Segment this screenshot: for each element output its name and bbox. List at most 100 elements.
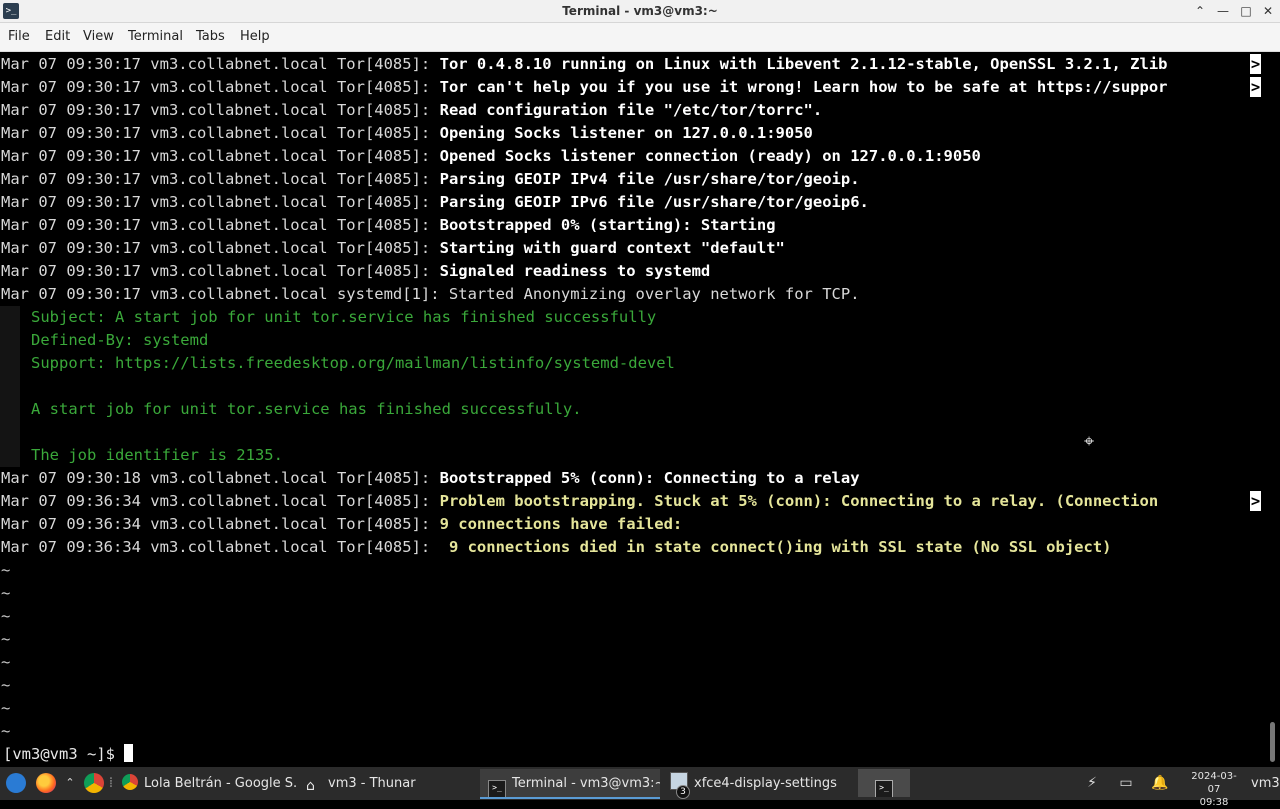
log-prefix: Mar 07 09:30:17 vm3.collabnet.local Tor[… xyxy=(1,101,440,119)
log-line: Mar 07 09:30:17 vm3.collabnet.local Tor[… xyxy=(1,214,1263,237)
menu-tabs[interactable]: Tabs xyxy=(196,23,225,51)
log-message: Tor 0.4.8.10 running on Linux with Libev… xyxy=(439,55,1168,73)
window-count-badge: 3 xyxy=(676,785,690,799)
log-prefix: Mar 07 09:30:17 vm3.collabnet.local Tor[… xyxy=(1,55,440,73)
log-message: Signaled readiness to systemd xyxy=(439,262,711,280)
ibeam-cursor-icon: ⌖ xyxy=(1084,431,1095,452)
shell-prompt[interactable]: [vm3@vm3 ~]$ xyxy=(3,743,134,766)
empty-line-tilde: ~ xyxy=(1,676,11,694)
log-message: Tor can't help you if you use it wrong! … xyxy=(439,78,1168,96)
scrollbar-thumb[interactable] xyxy=(1270,722,1275,762)
task-label: xfce4-display-settings xyxy=(694,776,837,791)
log-message: Bootstrapped 5% (conn): Connecting to a … xyxy=(439,469,860,487)
log-prefix: Mar 07 09:30:17 vm3.collabnet.local Tor[… xyxy=(1,216,440,234)
task-label: Terminal - vm3@vm3:~ xyxy=(512,776,660,791)
maximize-up-icon[interactable]: ⌃ xyxy=(1191,2,1209,20)
catalog-line xyxy=(0,375,1262,398)
user-menu[interactable]: vm3 xyxy=(1251,767,1280,800)
log-line: Mar 07 09:30:17 vm3.collabnet.local Tor[… xyxy=(1,122,1263,145)
log-message: Read configuration file "/etc/tor/torrc"… xyxy=(439,101,823,119)
log-line: Mar 07 09:30:17 vm3.collabnet.local Tor[… xyxy=(1,145,1263,168)
log-message: Opening Socks listener on 127.0.0.1:9050 xyxy=(439,124,813,142)
terminal-scrollbar[interactable] xyxy=(1264,52,1280,766)
log-line: Mar 07 09:30:17 vm3.collabnet.local Tor[… xyxy=(1,168,1263,191)
empty-line-tilde: ~ xyxy=(1,561,11,579)
prompt-text: [vm3@vm3 ~]$ xyxy=(3,745,125,763)
menu-terminal[interactable]: Terminal xyxy=(128,23,183,51)
maximize-icon[interactable]: □ xyxy=(1237,2,1255,20)
log-line: Mar 07 09:30:17 vm3.collabnet.local Tor[… xyxy=(1,53,1263,76)
home-folder-icon: ⌂ xyxy=(306,778,315,794)
log-message: 9 connections have failed: xyxy=(439,515,683,533)
window-titlebar[interactable]: >_ Terminal - vm3@vm3:~ ⌃ — □ ✕ xyxy=(0,0,1280,23)
terminal-icon: >_ xyxy=(875,780,893,797)
log-message: Bootstrapped 0% (starting): Starting xyxy=(439,216,776,234)
empty-line-tilde: ~ xyxy=(1,653,11,671)
workspace-switcher[interactable]: >_ xyxy=(858,769,910,797)
menu-view[interactable]: View xyxy=(83,23,114,51)
log-line: Mar 07 09:30:17 vm3.collabnet.local Tor[… xyxy=(1,237,1263,260)
clock-date: 2024-03-07 xyxy=(1191,771,1237,795)
log-line: Mar 07 09:30:17 vm3.collabnet.local Tor[… xyxy=(1,99,1263,122)
log-line: Mar 07 09:30:17 vm3.collabnet.local Tor[… xyxy=(1,191,1263,214)
terminal-output[interactable]: Mar 07 09:30:17 vm3.collabnet.local Tor[… xyxy=(0,52,1264,766)
battery-icon[interactable]: ▭ xyxy=(1116,774,1136,792)
log-prefix: Mar 07 09:36:34 vm3.collabnet.local Tor[… xyxy=(1,515,440,533)
xfce-menu-icon[interactable] xyxy=(6,773,26,793)
empty-line-tilde: ~ xyxy=(1,607,11,625)
empty-line-tilde: ~ xyxy=(1,722,11,740)
log-prefix: Mar 07 09:30:17 vm3.collabnet.local syst… xyxy=(1,285,860,303)
task-chrome-window[interactable]: Lola Beltrán - Google S... xyxy=(118,769,298,799)
text-cursor xyxy=(124,744,134,762)
log-prefix: Mar 07 09:30:17 vm3.collabnet.local Tor[… xyxy=(1,170,440,188)
truncation-marker: > xyxy=(1250,54,1261,74)
task-label: Lola Beltrán - Google S... xyxy=(144,776,298,791)
log-prefix: Mar 07 09:36:34 vm3.collabnet.local Tor[… xyxy=(1,492,440,510)
log-prefix: Mar 07 09:30:17 vm3.collabnet.local Tor[… xyxy=(1,193,440,211)
catalog-line xyxy=(0,421,1262,444)
truncation-marker: > xyxy=(1250,77,1261,97)
log-line: Mar 07 09:30:17 vm3.collabnet.local Tor[… xyxy=(1,260,1263,283)
firefox-icon[interactable] xyxy=(36,773,56,793)
catalog-line: Subject: A start job for unit tor.servic… xyxy=(0,306,1262,329)
clock[interactable]: 2024-03-07 09:38 xyxy=(1186,770,1242,809)
empty-line-tilde: ~ xyxy=(1,699,11,717)
log-line: Mar 07 09:36:34 vm3.collabnet.local Tor[… xyxy=(1,513,1263,536)
catalog-line: Defined-By: systemd xyxy=(0,329,1262,352)
log-line: Mar 07 09:36:34 vm3.collabnet.local Tor[… xyxy=(1,490,1263,513)
notification-bell-icon[interactable]: 🔔 xyxy=(1150,774,1170,792)
task-thunar-window[interactable]: ⌂ vm3 - Thunar xyxy=(300,769,478,799)
taskbar-separator: ⁞ xyxy=(108,775,114,791)
chrome-icon xyxy=(122,774,138,790)
task-terminal-window[interactable]: >_ Terminal - vm3@vm3:~ xyxy=(480,769,660,799)
log-line: Mar 07 09:30:17 vm3.collabnet.local Tor[… xyxy=(1,76,1263,99)
log-prefix: Mar 07 09:30:17 vm3.collabnet.local Tor[… xyxy=(1,147,440,165)
taskbar: ⌃ ⁞ Lola Beltrán - Google S... ⌂ vm3 - Th… xyxy=(0,767,1280,808)
log-message: Opened Socks listener connection (ready)… xyxy=(439,147,981,165)
log-prefix: Mar 07 09:36:34 vm3.collabnet.local Tor[… xyxy=(1,538,440,556)
power-manager-icon[interactable]: ⚡ xyxy=(1082,774,1102,792)
log-line: Mar 07 09:36:34 vm3.collabnet.local Tor[… xyxy=(1,536,1263,559)
chevron-up-icon[interactable]: ⌃ xyxy=(60,774,80,792)
menu-edit[interactable]: Edit xyxy=(45,23,70,51)
log-prefix: Mar 07 09:30:17 vm3.collabnet.local Tor[… xyxy=(1,262,440,280)
chrome-icon[interactable] xyxy=(84,773,104,793)
log-message: Parsing GEOIP IPv6 file /usr/share/tor/g… xyxy=(439,193,869,211)
close-icon[interactable]: ✕ xyxy=(1259,2,1277,20)
catalog-line: A start job for unit tor.service has fin… xyxy=(0,398,1262,421)
menu-help[interactable]: Help xyxy=(240,23,270,51)
task-display-settings-window[interactable]: xfce4-display-settings xyxy=(662,769,848,799)
terminal-icon: >_ xyxy=(488,780,506,797)
log-message: Parsing GEOIP IPv4 file /usr/share/tor/g… xyxy=(439,170,860,188)
truncation-marker: > xyxy=(1250,491,1261,511)
log-prefix: Mar 07 09:30:17 vm3.collabnet.local Tor[… xyxy=(1,239,440,257)
menu-file[interactable]: File xyxy=(8,23,30,51)
log-message: Problem bootstrapping. Stuck at 5% (conn… xyxy=(439,492,1168,510)
log-message: Starting with guard context "default" xyxy=(439,239,785,257)
menubar: File Edit View Terminal Tabs Help xyxy=(0,23,1280,52)
task-label: vm3 - Thunar xyxy=(328,776,416,791)
window-title: Terminal - vm3@vm3:~ xyxy=(562,4,718,18)
log-prefix: Mar 07 09:30:17 vm3.collabnet.local Tor[… xyxy=(1,124,440,142)
minimize-icon[interactable]: — xyxy=(1214,2,1232,20)
clock-time: 09:38 xyxy=(1199,797,1229,808)
